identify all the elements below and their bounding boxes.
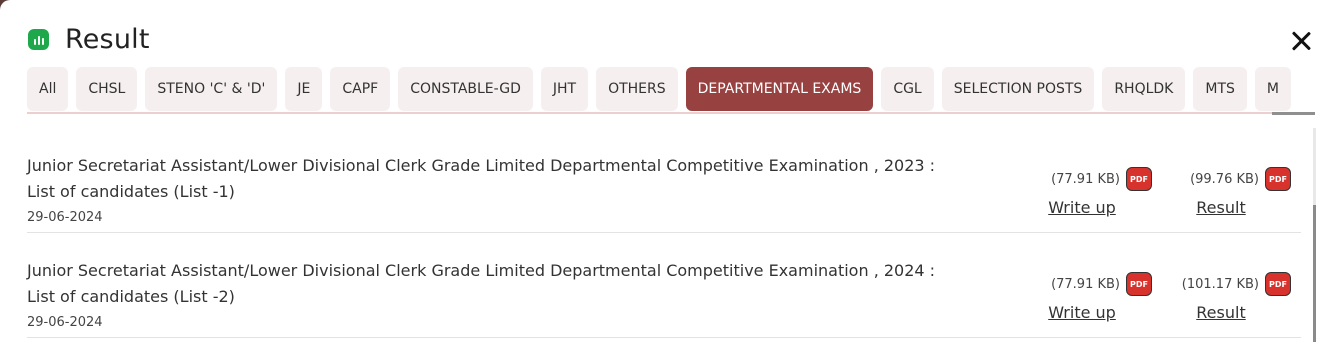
close-icon[interactable]	[1289, 29, 1313, 53]
file-size: (101.17 KB)	[1181, 276, 1259, 292]
tab-others[interactable]: OTHERS	[596, 67, 678, 111]
write-up-link[interactable]: Write up	[1012, 303, 1152, 322]
result-modal: Result All CHSL STENO 'C' & 'D' JE CAPF …	[0, 0, 1335, 342]
tab-all[interactable]: All	[27, 67, 69, 111]
tab-selection-posts[interactable]: SELECTION POSTS	[941, 67, 1095, 111]
tab-jht[interactable]: JHT	[540, 67, 589, 111]
tab-je[interactable]: JE	[285, 67, 323, 111]
result-date: 29-06-2024	[27, 210, 103, 225]
tabs-scrollbar[interactable]	[1272, 112, 1315, 115]
pdf-icon: PDF	[1265, 272, 1291, 296]
modal-title: Result	[65, 23, 150, 55]
result-link[interactable]: Result	[1151, 303, 1291, 322]
file-result: (99.76 KB) PDF Result	[1151, 166, 1291, 217]
tab-cgl[interactable]: CGL	[881, 67, 934, 111]
tab-steno[interactable]: STENO 'C' & 'D'	[145, 67, 278, 111]
pdf-icon: PDF	[1126, 167, 1152, 191]
file-write-up: (77.91 KB) PDF Write up	[1012, 166, 1152, 217]
tab-rhqldk[interactable]: RHQLDK	[1102, 67, 1186, 111]
file-write-up: (77.91 KB) PDF Write up	[1012, 271, 1152, 322]
file-size: (77.91 KB)	[1051, 276, 1120, 292]
file-size: (77.91 KB)	[1051, 171, 1120, 187]
list-scrollbar[interactable]	[1313, 205, 1316, 342]
result-title: Junior Secretariat Assistant/Lower Divis…	[27, 261, 936, 306]
file-result: (101.17 KB) PDF Result	[1151, 271, 1291, 322]
result-title: Junior Secretariat Assistant/Lower Divis…	[27, 156, 936, 201]
tab-constable-gd[interactable]: CONSTABLE-GD	[398, 67, 533, 111]
tab-m[interactable]: M	[1254, 67, 1291, 111]
tabs-divider	[27, 112, 1315, 114]
category-tabs: All CHSL STENO 'C' & 'D' JE CAPF CONSTAB…	[27, 67, 1315, 113]
results-list: Junior Secretariat Assistant/Lower Divis…	[27, 133, 1301, 338]
result-date: 29-06-2024	[27, 315, 103, 330]
file-size: (99.76 KB)	[1190, 171, 1259, 187]
write-up-link[interactable]: Write up	[1012, 198, 1152, 217]
modal-header: Result	[28, 22, 150, 56]
tab-chsl[interactable]: CHSL	[76, 67, 138, 111]
list-item: Junior Secretariat Assistant/Lower Divis…	[27, 233, 1301, 338]
tab-mts[interactable]: MTS	[1193, 67, 1247, 111]
list-item: Junior Secretariat Assistant/Lower Divis…	[27, 133, 1301, 233]
bar-chart-icon	[28, 28, 49, 50]
result-link[interactable]: Result	[1151, 198, 1291, 217]
pdf-icon: PDF	[1265, 167, 1291, 191]
pdf-icon: PDF	[1126, 272, 1152, 296]
tab-departmental-exams[interactable]: DEPARTMENTAL EXAMS	[685, 67, 874, 111]
tab-capf[interactable]: CAPF	[330, 67, 391, 111]
